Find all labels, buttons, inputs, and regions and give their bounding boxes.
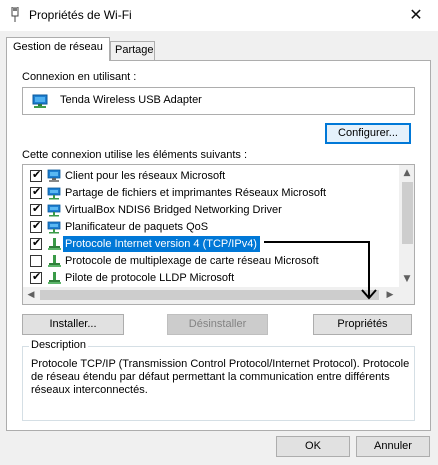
list-item-label: VirtualBox NDIS6 Bridged Networking Driv… — [65, 204, 282, 216]
close-icon[interactable]: ✕ — [404, 3, 428, 27]
checkbox[interactable]: ✔ — [30, 219, 42, 233]
list-item[interactable]: ✔ Pilote de protocole LLDP Microsoft — [23, 270, 399, 287]
list-item-label: Pilote de protocole LLDP Microsoft — [65, 272, 235, 284]
network-service-icon — [47, 204, 61, 217]
list-item[interactable]: Protocole de multiplexage de carte résea… — [23, 253, 399, 270]
list-item[interactable]: ✔ Planificateur de paquets QoS — [23, 219, 399, 236]
checkbox[interactable]: ✔ — [30, 185, 42, 199]
horizontal-scrollbar[interactable]: ◀ ▶ — [23, 287, 414, 304]
list-item-label: Client pour les réseaux Microsoft — [65, 170, 226, 182]
network-adapter-icon — [32, 94, 48, 108]
properties-button[interactable]: Propriétés — [313, 314, 412, 335]
network-service-icon — [47, 221, 61, 234]
description-title: Description — [29, 339, 89, 351]
list-item-label: Partage de fichiers et imprimantes Résea… — [65, 187, 327, 199]
list-item[interactable]: ✔ Partage de fichiers et imprimantes Rése… — [23, 185, 399, 202]
checkbox[interactable]: ✔ — [30, 236, 42, 250]
protocol-icon — [48, 272, 61, 284]
checkmark-icon: ✔ — [32, 185, 42, 198]
wifi-properties-icon — [11, 7, 19, 22]
checkmark-icon: ✔ — [32, 168, 42, 181]
scroll-up-icon[interactable]: ▲ — [399, 165, 414, 181]
tab-gestion-reseau[interactable]: Gestion de réseau — [6, 37, 110, 61]
checkbox[interactable]: ✔ — [30, 168, 42, 182]
list-item-label: Protocole de multiplexage de carte résea… — [65, 255, 319, 267]
vertical-scroll-thumb[interactable] — [402, 182, 413, 244]
description-text: Protocole TCP/IP (Transmission Control P… — [31, 358, 410, 396]
list-item-label: Protocole Internet version 4 (TCP/IPv4) — [65, 238, 257, 250]
components-list[interactable]: ✔ Client pour les réseaux Microsoft ✔ Parta… — [22, 164, 415, 305]
uninstall-button[interactable]: Désinstaller — [167, 314, 268, 335]
list-item[interactable]: ✔ Protocole Internet version 4 (TCP/IPv4) — [23, 236, 399, 253]
ok-button[interactable]: OK — [276, 436, 350, 457]
network-client-icon — [47, 169, 61, 182]
install-button[interactable]: Installer... — [22, 314, 124, 335]
checkmark-icon: ✔ — [32, 219, 42, 232]
checkbox[interactable]: ✔ — [30, 202, 42, 216]
scroll-down-icon[interactable]: ▼ — [399, 271, 414, 287]
scroll-right-icon[interactable]: ▶ — [382, 287, 398, 303]
configure-button[interactable]: Configurer... — [325, 123, 411, 144]
protocol-icon — [48, 255, 61, 267]
protocol-icon — [48, 238, 61, 250]
tab-partage[interactable]: Partage — [110, 41, 155, 60]
list-item[interactable]: ✔ VirtualBox NDIS6 Bridged Networking Dri… — [23, 202, 399, 219]
horizontal-scroll-thumb[interactable] — [40, 290, 379, 300]
checkmark-icon: ✔ — [32, 270, 42, 283]
adapter-field: Tenda Wireless USB Adapter — [22, 87, 415, 115]
list-item-label: Planificateur de paquets QoS — [65, 221, 209, 233]
components-label: Cette connexion utilise les éléments sui… — [22, 149, 248, 161]
title-bar: Propriétés de Wi-Fi ✕ — [0, 0, 438, 31]
checkbox[interactable] — [30, 255, 42, 267]
window-title: Propriétés de Wi-Fi — [29, 8, 132, 22]
checkbox[interactable]: ✔ — [30, 270, 42, 284]
checkmark-icon: ✔ — [32, 202, 42, 215]
adapter-name: Tenda Wireless USB Adapter — [60, 94, 202, 106]
list-item[interactable]: ✔ Client pour les réseaux Microsoft — [23, 168, 399, 185]
network-service-icon — [47, 187, 61, 200]
checkmark-icon: ✔ — [32, 236, 42, 249]
vertical-scrollbar[interactable]: ▲ ▼ — [399, 165, 414, 287]
cancel-button[interactable]: Annuler — [356, 436, 430, 457]
scroll-left-icon[interactable]: ◀ — [23, 287, 39, 303]
connection-label: Connexion en utilisant : — [22, 71, 137, 83]
